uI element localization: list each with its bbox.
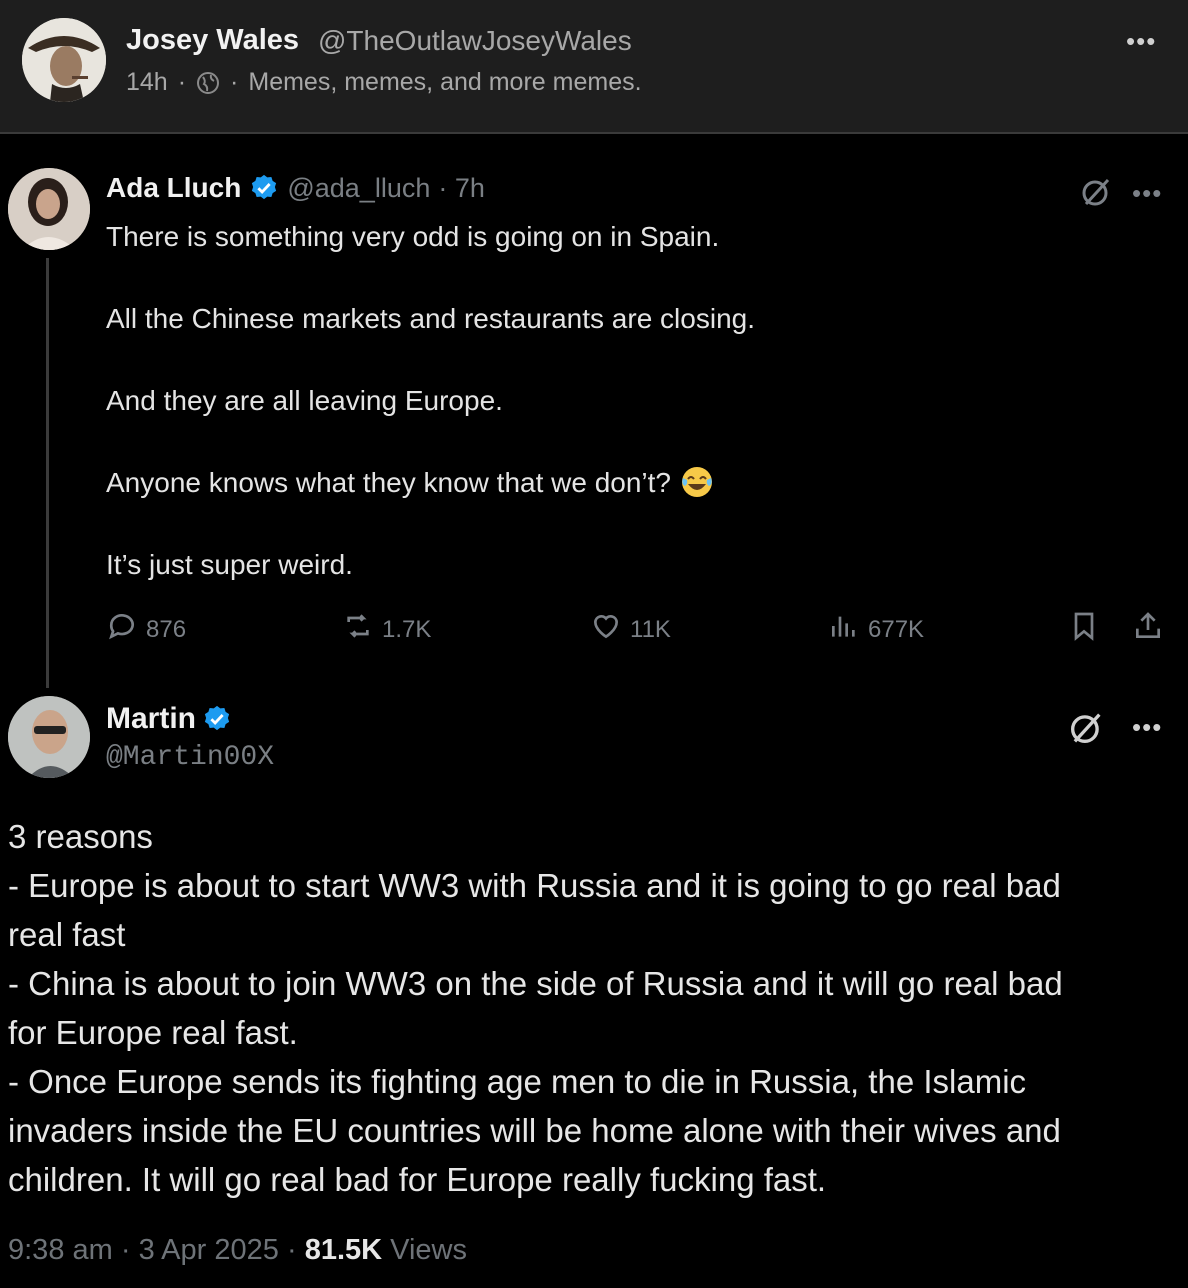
tweet-paragraph: All the Chinese markets and restaurants … <box>106 303 755 334</box>
reply-line: for Europe real fast. <box>8 1014 298 1051</box>
meta-separator: · <box>177 68 187 96</box>
tweet-paragraph: And they are all leaving Europe. <box>106 385 503 416</box>
views-chart-icon <box>828 610 860 649</box>
reply-line: - China is about to join WW3 on the side… <box>8 965 1063 1002</box>
tweet-paragraph: It’s just super weird. <box>106 549 353 580</box>
reply-line: children. It will go real bad for Europe… <box>8 1161 827 1198</box>
community-name[interactable]: Memes, memes, and more memes. <box>248 68 641 97</box>
tweet-author-name[interactable]: Ada Lluch <box>106 172 241 204</box>
post-time: 14h <box>126 68 168 96</box>
bookmark-icon <box>1068 610 1100 649</box>
reply-views-count: 81.5K <box>304 1234 383 1266</box>
reply-date: 3 Apr 2025 <box>138 1234 279 1266</box>
globe-icon <box>196 71 220 95</box>
reply-author-handle[interactable]: @Martin00X <box>106 742 274 773</box>
tweet-header: Ada Lluch @ada_lluch · 7h <box>106 172 485 204</box>
share-button[interactable] <box>1132 610 1164 649</box>
reply-more-icon[interactable]: ••• <box>1132 712 1162 743</box>
post-meta: 14h · · Memes, memes, and more memes. <box>126 68 642 97</box>
footer-separator: · <box>286 1234 297 1266</box>
tweet-paragraph-with-emoji: Anyone knows what they know that we don’… <box>106 462 1006 503</box>
reply-header: Martin <box>106 702 232 736</box>
tweet-body: There is something very odd is going on … <box>106 216 1006 585</box>
grok-icon[interactable] <box>1078 174 1114 210</box>
views-count: 677K <box>868 615 925 643</box>
tweet-author-avatar[interactable] <box>8 168 90 250</box>
thread-line <box>46 258 49 688</box>
reply-count: 876 <box>146 615 187 643</box>
author-name[interactable]: Josey Wales <box>126 24 299 57</box>
verified-badge-icon <box>249 173 279 203</box>
reply-body: 3 reasons - Europe is about to start WW3… <box>8 812 1178 1204</box>
reply-line: invaders inside the EU countries will be… <box>8 1112 1061 1149</box>
reply-icon <box>106 610 138 649</box>
tweet-paragraph: There is something very odd is going on … <box>106 221 720 252</box>
author-handle[interactable]: @TheOutlawJoseyWales <box>318 25 632 57</box>
share-icon <box>1132 610 1164 649</box>
more-options-icon[interactable]: ••• <box>1126 26 1156 57</box>
reply-author-avatar[interactable] <box>8 696 90 778</box>
views-button[interactable]: 677K <box>828 610 924 649</box>
reply-author-name[interactable]: Martin <box>106 702 196 736</box>
tweet-author-handle[interactable]: @ada_lluch <box>287 173 430 204</box>
repost-icon <box>342 610 374 649</box>
reply-line: - Once Europe sends its fighting age men… <box>8 1063 1027 1100</box>
grok-icon[interactable] <box>1066 708 1106 748</box>
post-header: Josey Wales @TheOutlawJoseyWales 14h · ·… <box>0 0 1188 134</box>
heart-icon <box>590 610 622 649</box>
laughing-tears-emoji-icon <box>679 464 715 500</box>
tweet-paragraph: Anyone knows what they know that we don’… <box>106 467 672 498</box>
footer-separator: · <box>120 1234 131 1266</box>
meta-separator: · <box>230 68 239 96</box>
like-count: 11K <box>630 615 671 643</box>
tweet-actions: 876 1.7K 11K 677K <box>106 610 1166 650</box>
reply-footer: 9:38 am · 3 Apr 2025 · 81.5K Views <box>8 1234 467 1267</box>
reply-button[interactable]: 876 <box>106 610 186 649</box>
verified-badge-icon <box>202 704 232 734</box>
repost-count: 1.7K <box>382 615 432 643</box>
tweet-time: · 7h <box>438 172 485 203</box>
repost-button[interactable]: 1.7K <box>342 610 431 649</box>
like-button[interactable]: 11K <box>590 610 671 649</box>
reply-line: - Europe is about to start WW3 with Russ… <box>8 867 1061 904</box>
reply-views-label: Views <box>390 1234 467 1266</box>
tweet-more-icon[interactable]: ••• <box>1132 178 1162 209</box>
reply-line: real fast <box>8 916 126 953</box>
author-avatar[interactable] <box>22 18 106 102</box>
reply-time: 9:38 am <box>8 1234 113 1266</box>
reply-line: 3 reasons <box>8 818 153 855</box>
bookmark-button[interactable] <box>1068 610 1100 649</box>
